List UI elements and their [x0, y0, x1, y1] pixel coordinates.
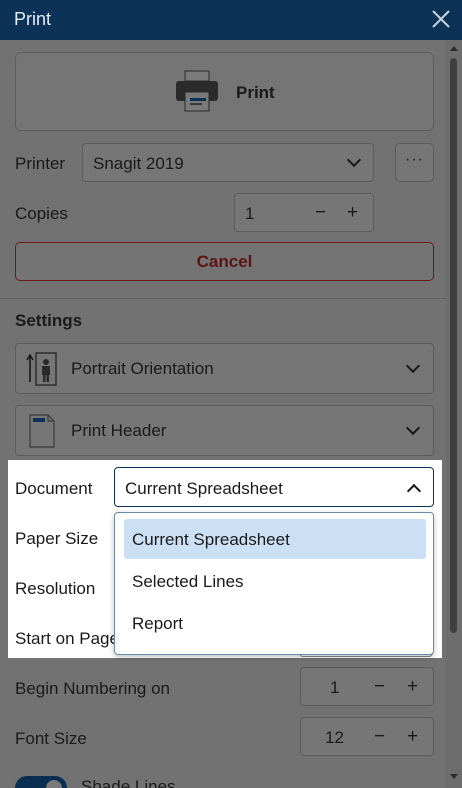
font-size-label: Font Size — [15, 729, 87, 748]
copies-stepper[interactable]: 1 − + — [234, 193, 374, 232]
scroll-down-arrow-icon[interactable] — [450, 774, 458, 779]
begin-numbering-decrement-button[interactable]: − — [374, 676, 385, 698]
divider — [0, 298, 446, 299]
document-select-value: Current Spreadsheet — [125, 479, 283, 498]
dropdown-option-current-spreadsheet[interactable]: Current Spreadsheet — [124, 519, 426, 559]
toggle-knob — [46, 780, 62, 788]
copies-increment-button[interactable]: + — [347, 202, 358, 224]
document-label: Document — [15, 479, 93, 498]
scroll-up-arrow-icon[interactable] — [450, 46, 458, 51]
printer-select[interactable]: Snagit 2019 — [82, 143, 374, 182]
paper-size-label: Paper Size — [15, 529, 99, 548]
more-icon: ··· — [405, 151, 424, 168]
print-header-value: Print Header — [71, 421, 167, 440]
start-on-page-label: Start on Page — [15, 629, 119, 648]
printer-more-button[interactable]: ··· — [395, 143, 434, 182]
printer-icon — [176, 70, 218, 112]
document-select[interactable]: Current Spreadsheet — [114, 467, 434, 507]
settings-heading: Settings — [15, 311, 83, 330]
title-bar: Print — [0, 0, 462, 40]
cancel-button[interactable]: Cancel — [15, 242, 434, 281]
print-button-label: Print — [236, 83, 275, 102]
shade-lines-label: Shade Lines — [81, 777, 176, 788]
printer-label: Printer — [15, 154, 66, 173]
chevron-down-icon — [405, 420, 421, 436]
dropdown-option-report[interactable]: Report — [124, 603, 426, 643]
begin-numbering-stepper[interactable]: 1 − + — [300, 667, 434, 706]
chevron-down-icon — [346, 152, 362, 168]
option-label: Selected Lines — [132, 572, 244, 591]
cancel-button-label: Cancel — [196, 252, 253, 271]
document-settings-panel: Document Paper Size Resolution Start on … — [8, 460, 442, 658]
font-size-value[interactable]: 12 — [325, 728, 344, 748]
font-size-increment-button[interactable]: + — [407, 726, 418, 748]
print-header-select[interactable]: Print Header — [15, 405, 434, 456]
begin-numbering-value[interactable]: 1 — [330, 678, 339, 698]
dropdown-option-selected-lines[interactable]: Selected Lines — [124, 561, 426, 601]
font-size-stepper[interactable]: 12 − + — [300, 717, 434, 756]
close-icon[interactable] — [430, 8, 452, 30]
scrollbar-thumb[interactable] — [450, 58, 457, 633]
begin-numbering-increment-button[interactable]: + — [407, 676, 418, 698]
resolution-label: Resolution — [15, 579, 96, 598]
document-dropdown-list: Current Spreadsheet Selected Lines Repor… — [114, 512, 434, 655]
portrait-orientation-icon — [26, 352, 57, 386]
window-title: Print — [14, 9, 52, 29]
vertical-scrollbar[interactable] — [446, 40, 462, 788]
chevron-down-icon — [405, 358, 421, 374]
copies-decrement-button[interactable]: − — [315, 202, 326, 224]
chevron-up-icon — [406, 483, 422, 499]
shade-lines-toggle[interactable] — [15, 776, 67, 788]
font-size-decrement-button[interactable]: − — [374, 726, 385, 748]
option-label: Current Spreadsheet — [132, 530, 290, 549]
page-header-icon — [29, 414, 55, 448]
copies-value[interactable]: 1 — [245, 204, 254, 224]
orientation-value: Portrait Orientation — [71, 359, 214, 378]
option-label: Report — [132, 614, 184, 633]
orientation-select[interactable]: Portrait Orientation — [15, 343, 434, 394]
copies-label: Copies — [15, 204, 68, 223]
begin-numbering-label: Begin Numbering on — [15, 679, 170, 698]
print-button[interactable]: Print — [15, 52, 434, 131]
printer-select-value: Snagit 2019 — [93, 154, 184, 173]
